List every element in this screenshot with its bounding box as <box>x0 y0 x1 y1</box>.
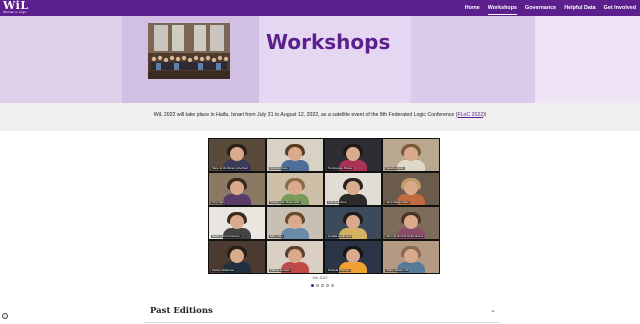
participant-tile: Sandra Alves <box>267 139 323 171</box>
participant-tile: Daniela Petrisan <box>325 241 381 273</box>
info-icon[interactable]: i <box>2 313 8 319</box>
carousel-dot[interactable] <box>331 284 334 287</box>
participant-name: Temiloyase Pekoe <box>327 165 354 170</box>
gallery-caption: WiL 2022 <box>312 276 328 280</box>
carousel-dot[interactable] <box>316 284 319 287</box>
participant-tile: Ellen Hoy <box>267 207 323 239</box>
participant-name: Mahsa Ivrindar <box>269 267 291 272</box>
participant-tile: Simona Ronchi Della Rocca <box>383 207 439 239</box>
participant-tile: Amalia Hadjimedi <box>325 207 381 239</box>
carousel-dots <box>311 284 336 287</box>
participant-name: Paola Calabrese <box>211 267 236 272</box>
participant-name: Ana Sokolova <box>327 199 348 204</box>
logo-subtext: Women in Logic <box>3 10 27 14</box>
top-navbar: WiL Women in Logic Home Workshops Govern… <box>0 0 640 16</box>
participant-tile: Sadie Hirst Freeman <box>209 207 265 239</box>
participant-name: Sandra Alves <box>269 165 289 170</box>
announcement-bar: WiL 2022 will take place in Haifa, Israe… <box>0 103 640 131</box>
participant-tile: Mahsa Ivrindar <box>267 241 323 273</box>
participant-tile: Kirsten van Rosenstiel <box>267 173 323 205</box>
main-nav: Home Workshops Governance Helpful Data G… <box>457 0 636 16</box>
participant-tile: Amy Felty <box>209 173 265 205</box>
carousel-dot[interactable] <box>311 284 314 287</box>
participant-tile: Claire Tabary Ott <box>383 241 439 273</box>
participant-tile: Sandra Alves <box>383 139 439 171</box>
participant-tile: Jana Wagemaker <box>383 173 439 205</box>
chevron-down-icon[interactable]: ⌄ <box>490 306 496 314</box>
zoom-gallery-image[interactable]: Sara Jo Rothman (she/her) Sandra Alves Tem… <box>208 138 440 274</box>
nav-item-helpful-data[interactable]: Helpful Data <box>564 0 595 16</box>
participant-name: Ellen Hoy <box>269 233 284 238</box>
nav-item-home[interactable]: Home <box>465 0 480 16</box>
participant-name: Sara Jo Rothman (she/her) <box>211 165 250 170</box>
participant-name: Claire Tabary Ott <box>385 267 410 272</box>
site-logo[interactable]: WiL Women in Logic <box>3 0 29 15</box>
page-title: Workshops <box>266 30 391 54</box>
participant-name: Sandra Alves <box>385 165 405 170</box>
participant-tile: Sara Jo Rothman (she/her) <box>209 139 265 171</box>
nav-item-get-involved[interactable]: Get Involved <box>604 0 636 16</box>
participant-name: Amalia Hadjimedi <box>327 233 353 238</box>
participant-name: Daniela Petrisan <box>327 267 352 272</box>
carousel-dot[interactable] <box>326 284 329 287</box>
participant-tile: Temiloyase Pekoe <box>325 139 381 171</box>
participant-tile: Paola Calabrese <box>209 241 265 273</box>
group-photo <box>148 23 230 79</box>
carousel-dot[interactable] <box>321 284 324 287</box>
participant-name: Simona Ronchi Della Rocca <box>385 233 425 238</box>
past-editions-accordion[interactable]: Past Editions ⌄ <box>144 300 500 323</box>
participant-name: Amy Felty <box>211 199 227 204</box>
participant-tile: Ana Sokolova <box>325 173 381 205</box>
floc-link[interactable]: FLoC 2022 <box>457 112 483 118</box>
announcement-text: WiL 2022 will take place in Haifa, Israe… <box>153 112 487 118</box>
participant-name: Sadie Hirst Freeman <box>211 233 241 238</box>
nav-item-governance[interactable]: Governance <box>525 0 556 16</box>
past-editions-title: Past Editions <box>150 306 213 316</box>
participant-name: Kirsten van Rosenstiel <box>269 199 301 204</box>
participant-name: Jana Wagemaker <box>385 199 411 204</box>
nav-item-workshops[interactable]: Workshops <box>487 0 518 16</box>
